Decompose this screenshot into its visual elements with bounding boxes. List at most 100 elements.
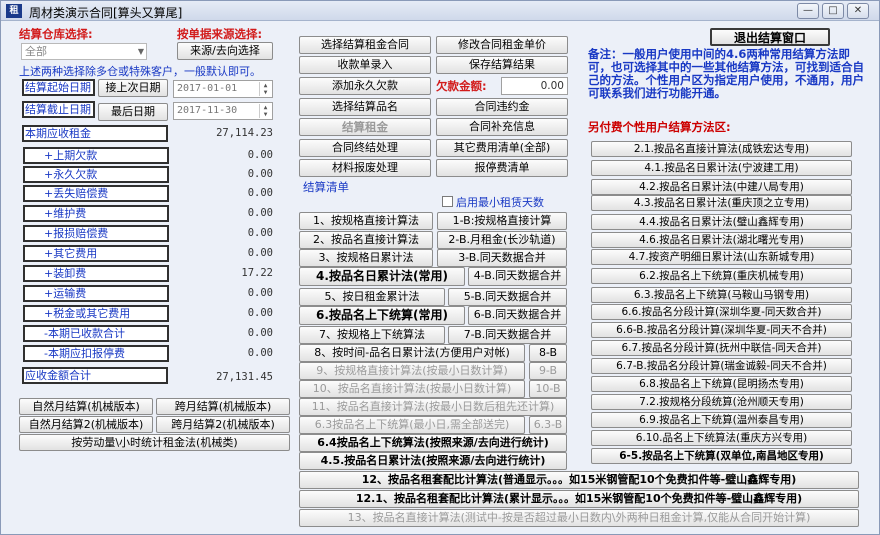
receipt-entry-button[interactable]: 收款单录入: [299, 56, 431, 74]
custom-method-button[interactable]: 6.6-B.按品名分段计算(深圳华夏-同天不合并): [591, 322, 852, 338]
chevron-down-icon: ▼: [137, 47, 144, 56]
custom-method-button[interactable]: 7.2.按规格分段统算(沧州顺天专用): [591, 394, 852, 410]
custom-method-button[interactable]: 4.4.按品名日累计法(璧山鑫辉专用): [591, 214, 852, 230]
note-text: 备注：一般用户使用中间的4.6两种常用结算方法即可，也可选择其中的一些其他结算方…: [588, 47, 864, 100]
end-date-input[interactable]: 2017-11-30 ▲ ▼: [173, 102, 273, 120]
method-2b-button[interactable]: 2-B.月租金(长沙轨道): [437, 231, 567, 249]
row-label: +上期欠款: [23, 147, 169, 164]
min-days-checkbox[interactable]: [442, 196, 453, 207]
method-3-button[interactable]: 3、按规格日累计法: [299, 249, 433, 267]
method-6b-button[interactable]: 6-B.同天数据合并: [468, 306, 567, 325]
method-6-button[interactable]: 6.按品名上下统算(常用): [299, 306, 465, 325]
contract-supplement-button[interactable]: 合同补充信息: [436, 118, 568, 136]
method-3b-button[interactable]: 3-B.同天数据合并: [437, 249, 567, 267]
method-7-button[interactable]: 7、按规格上下统算法: [299, 326, 445, 344]
method-8-button[interactable]: 8、按时间-品名日累计法(方便用户对帐): [299, 344, 525, 362]
custom-method-button[interactable]: 2.1.按品名直接计算法(成铁宏达专用): [591, 141, 852, 157]
row-value: 0.00: [247, 149, 273, 161]
calculate-rent-button[interactable]: 结算租金: [299, 118, 431, 136]
custom-method-button[interactable]: 6.10.品名上下统算法(重庆方兴专用): [591, 430, 852, 446]
method-12-1-button[interactable]: 12.1、按品名租套配比计算法(累计显示。。。如15米钢管配10个免费扣件等-璧…: [299, 490, 859, 508]
custom-method-button[interactable]: 6-5.按品名上下统算(双单位,南昌地区专用): [591, 448, 852, 464]
method-1b-button[interactable]: 1-B:按规格直接计算: [437, 212, 567, 230]
row-value: 0.00: [247, 227, 273, 239]
custom-method-button[interactable]: 4.2.按品名日累计法(中建八局专用): [591, 179, 852, 195]
spin-icon[interactable]: ▲ ▼: [259, 82, 271, 96]
warehouse-select-value: 全部: [25, 45, 47, 58]
custom-method-button[interactable]: 6.7-B.按品名分段计算(瑞金诚毅-同天不合并): [591, 358, 852, 374]
exit-button[interactable]: 退出结算窗口: [710, 28, 830, 46]
row-label: +运输费: [23, 285, 169, 302]
custom-method-button[interactable]: 6.8.按品名上下统算(昆明扬杰专用): [591, 376, 852, 392]
row-label: +税金或其它费用: [23, 305, 169, 322]
warehouse-select[interactable]: 全部 ▼: [21, 43, 147, 60]
method-10b-button[interactable]: 10-B: [529, 380, 567, 398]
row-value: 0.00: [247, 187, 273, 199]
row-label: -本期已收款合计: [23, 325, 169, 342]
method-2-button[interactable]: 2、按品名直接计算法: [299, 231, 433, 249]
suspension-fee-button[interactable]: 报停费清单: [436, 159, 568, 177]
row-label: +丢失赔偿费: [23, 185, 169, 202]
method-1-button[interactable]: 1、按规格直接计算法: [299, 212, 433, 230]
method-7b-button[interactable]: 7-B.同天数据合并: [448, 326, 567, 344]
save-result-button[interactable]: 保存结算结果: [436, 56, 568, 74]
method-9b-button[interactable]: 9-B: [529, 362, 567, 380]
section-title: 结算清单: [303, 180, 349, 194]
close-button[interactable]: ✕: [847, 3, 869, 19]
window-title: 周材类演示合同[算头又算尾]: [29, 6, 183, 20]
spin-icon[interactable]: ▲ ▼: [259, 104, 271, 118]
row-value: 0.00: [247, 327, 273, 339]
method-10-button[interactable]: 10、按品名直接计算法(按最小日数计算): [299, 380, 525, 398]
method-6-3b-button[interactable]: 6.3-B: [529, 416, 567, 434]
row-value: 0.00: [247, 287, 273, 299]
labor-hour-button[interactable]: 按劳动量\小时统计租金法(机械类): [19, 434, 290, 451]
method-12-button[interactable]: 12、按品名租套配比计算法(普通显示。。。如15米钢管配10个免费扣件等-璧山鑫…: [299, 471, 859, 489]
custom-method-button[interactable]: 6.6.按品名分段计算(深圳华夏-同天数合并): [591, 304, 852, 320]
row-value: 17.22: [241, 267, 273, 279]
cross-month-2-button[interactable]: 跨月结算2(机械版本): [156, 416, 290, 433]
method-5b-button[interactable]: 5-B.同天数据合并: [448, 288, 567, 306]
select-item-button[interactable]: 选择结算品名: [299, 98, 431, 116]
natural-month-button[interactable]: 自然月结算(机械版本): [19, 398, 153, 415]
row-label: -本期应扣报停费: [23, 345, 169, 362]
method-11-button[interactable]: 11、按品名直接计算法(按最小日数后租先还计算): [299, 398, 567, 416]
method-4-5-button[interactable]: 4.5.按品名日累计法(按照来源/去向进行统计): [299, 452, 567, 470]
custom-method-button[interactable]: 6.3.按品名上下统算(马鞍山马钢专用): [591, 287, 852, 303]
row-label: +装卸费: [23, 265, 169, 282]
owed-amount-input[interactable]: 0.00: [501, 77, 568, 95]
last-date-button[interactable]: 最后日期: [98, 103, 168, 121]
custom-method-button[interactable]: 4.7.按资产明细日累计法(山东新城专用): [591, 249, 852, 265]
material-scrap-button[interactable]: 材料报废处理: [299, 159, 431, 177]
custom-method-button[interactable]: 6.7.按品名分段计算(抚州中联信-同天合并): [591, 340, 852, 356]
method-9-button[interactable]: 9、按规格直接计算法(按最小日数计算): [299, 362, 525, 380]
contract-termination-button[interactable]: 合同终结处理: [299, 139, 431, 157]
row-label: +维护费: [23, 205, 169, 222]
row-value: 27,114.23: [216, 127, 273, 139]
custom-method-button[interactable]: 6.2.按品名上下统算(重庆机械专用): [591, 268, 852, 284]
row-value: 0.00: [247, 307, 273, 319]
source-direction-button[interactable]: 来源/去向选择: [177, 42, 273, 60]
method-13-button[interactable]: 13、按品名直接计算法(测试中-按是否超过最小日数内\外两种日租金计算,仅能从合…: [299, 509, 859, 527]
method-8b-button[interactable]: 8-B: [529, 344, 567, 362]
method-4b-button[interactable]: 4-B.同天数据合并: [468, 267, 567, 286]
modify-price-button[interactable]: 修改合同租金单价: [436, 36, 568, 54]
custom-method-button[interactable]: 4.3.按品名日累计法(重庆顶之立专用): [591, 195, 852, 211]
method-5-button[interactable]: 5、按日租金累计法: [299, 288, 445, 306]
custom-method-button[interactable]: 6.9.按品名上下统算(温州泰昌专用): [591, 412, 852, 428]
custom-method-button[interactable]: 4.1.按品名日累计法(宁波建工用): [591, 160, 852, 176]
cross-month-button[interactable]: 跨月结算(机械版本): [156, 398, 290, 415]
select-contract-button[interactable]: 选择结算租金合同: [299, 36, 431, 54]
minimize-button[interactable]: —: [797, 3, 819, 19]
maximize-button[interactable]: □: [822, 3, 844, 19]
natural-month-2-button[interactable]: 自然月结算2(机械版本): [19, 416, 153, 433]
other-fees-list-button[interactable]: 其它费用清单(全部): [436, 139, 568, 157]
add-permanent-owed-button[interactable]: 添加永久欠款: [299, 77, 431, 95]
main-window: 租 周材类演示合同[算头又算尾] — □ ✕ 结算仓库选择: 按单据来源选择: …: [0, 0, 880, 535]
start-date-input[interactable]: 2017-01-01 ▲ ▼: [173, 80, 273, 98]
custom-method-button[interactable]: 4.6.按品名日累计法(湖北曙光专用): [591, 232, 852, 248]
method-6-3-button[interactable]: 6.3按品名上下统算(最小日,需全部送完): [299, 416, 525, 434]
method-6-4-button[interactable]: 6.4按品名上下统算法(按照来源/去向进行统计): [299, 434, 567, 452]
contract-penalty-button[interactable]: 合同违约金: [436, 98, 568, 116]
continue-last-date-button[interactable]: 接上次日期: [98, 79, 168, 97]
method-4-button[interactable]: 4.按品名日累计法(常用): [299, 267, 465, 286]
